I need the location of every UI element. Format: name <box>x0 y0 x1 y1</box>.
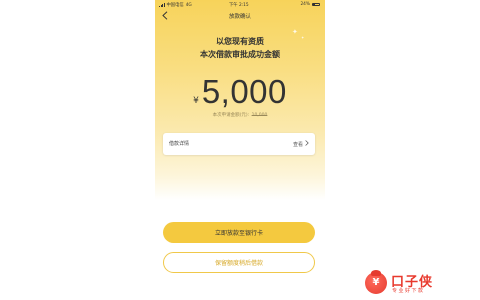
battery-icon <box>312 2 320 7</box>
watermark-subtitle: 专业好下款 <box>392 288 425 294</box>
page-title: 放款确认 <box>228 14 251 20</box>
view-details-label: 查看 <box>292 141 303 148</box>
disburse-to-bank-card-button[interactable]: 立即放款至银行卡 <box>163 222 315 243</box>
watermark-logo-symbol: ¥ <box>372 277 380 288</box>
watermark: ¥ 口子侠 专业好下款 <box>365 270 445 296</box>
loan-details-label: 借款详情 <box>169 141 190 147</box>
sparkle-icon: ✦ <box>292 28 298 36</box>
headline-line-1: 以您现有资质 <box>216 37 264 46</box>
money-bag-icon: ¥ <box>365 270 387 294</box>
headline-line-2: 本次借款审批成功金额 <box>200 50 280 59</box>
applied-amount: 本次申请金额(元): 10,000 <box>155 112 325 118</box>
approved-amount: ¥ 5,000 <box>155 73 325 111</box>
carrier-label: 中国电信 <box>166 3 184 8</box>
network-label: 4G <box>185 2 192 8</box>
applied-value: 10,000 <box>251 113 268 118</box>
status-right: 24% <box>300 2 320 7</box>
battery-percent: 24% <box>300 2 310 7</box>
status-left: 中国电信 4G <box>159 2 192 8</box>
chevron-right-icon <box>305 140 309 148</box>
nav-bar: 放款确认 <box>155 9 325 23</box>
currency-symbol: ¥ <box>193 96 199 106</box>
signal-icon <box>159 3 165 7</box>
applied-label: 本次申请金额(元): <box>212 113 250 118</box>
amount-value: 5,000 <box>201 73 287 110</box>
view-details-link[interactable]: 查看 <box>293 140 309 148</box>
phone-screen: 中国电信 4G 下午 2:15 24% 放款确认 ✦ ✦ ✦ 以您现有资质 本次… <box>155 0 325 300</box>
loan-details-card[interactable]: 借款详情 查看 <box>163 133 315 155</box>
status-time: 下午 2:15 <box>229 3 249 8</box>
status-bar: 中国电信 4G 下午 2:15 24% <box>155 0 325 9</box>
keep-credit-borrow-later-button[interactable]: 保留额度稍后借款 <box>163 252 315 273</box>
